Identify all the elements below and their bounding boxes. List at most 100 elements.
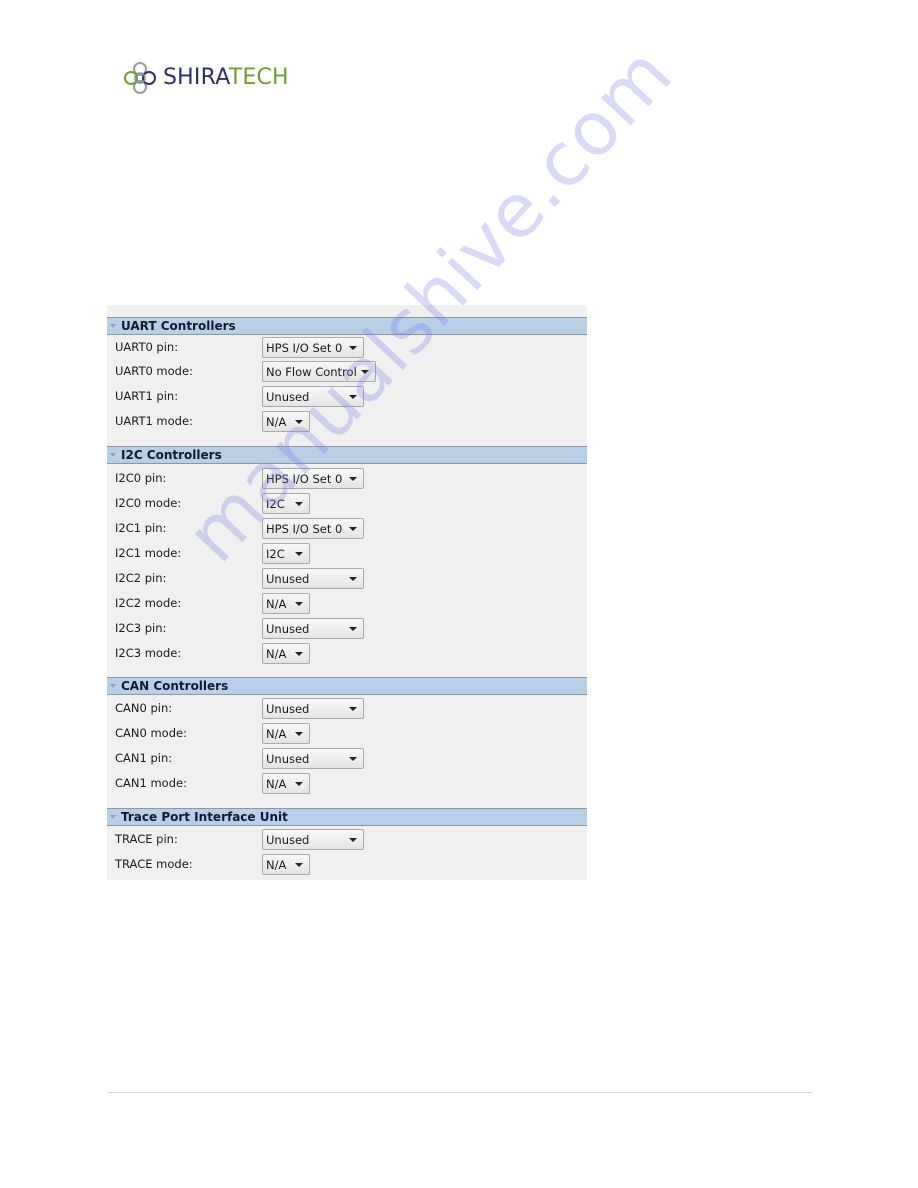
dropdown-value: No Flow Control <box>266 364 357 379</box>
chevron-down-icon <box>349 707 357 711</box>
row-trace-pin: TRACE pin: Unused <box>107 829 587 854</box>
chevron-down-icon <box>295 420 303 424</box>
row-i2c1-mode: I2C1 mode: I2C <box>107 543 587 568</box>
row-label: I2C1 pin: <box>115 521 167 535</box>
row-label: CAN1 mode: <box>115 776 187 790</box>
row-label: CAN0 pin: <box>115 701 173 715</box>
section-header-i2c[interactable]: I2C Controllers <box>107 446 587 464</box>
dropdown-value: N/A <box>266 414 287 429</box>
i2c1-pin-dropdown[interactable]: HPS I/O Set 0 <box>262 518 364 539</box>
chevron-down-icon <box>349 838 357 842</box>
row-can1-pin: CAN1 pin: Unused <box>107 748 587 773</box>
row-label: TRACE pin: <box>115 832 178 846</box>
row-label: I2C2 pin: <box>115 571 167 585</box>
dropdown-value: HPS I/O Set 0 <box>266 340 343 355</box>
row-label: UART0 pin: <box>115 340 179 354</box>
row-i2c0-pin: I2C0 pin: HPS I/O Set 0 <box>107 468 587 493</box>
logo-text-tech: TECH <box>228 65 289 90</box>
can0-mode-dropdown[interactable]: N/A <box>262 723 310 744</box>
row-label: I2C2 mode: <box>115 596 182 610</box>
section-header-trace[interactable]: Trace Port Interface Unit <box>107 808 587 826</box>
dropdown-value: I2C <box>266 546 285 561</box>
row-label: UART1 pin: <box>115 389 179 403</box>
can0-pin-dropdown[interactable]: Unused <box>262 698 364 719</box>
row-label: I2C1 mode: <box>115 546 182 560</box>
chevron-down-icon <box>349 577 357 581</box>
row-i2c2-mode: I2C2 mode: N/A <box>107 593 587 618</box>
dropdown-value: N/A <box>266 776 287 791</box>
row-trace-mode: TRACE mode: N/A <box>107 854 587 879</box>
dropdown-value: Unused <box>266 701 310 716</box>
i2c1-mode-dropdown[interactable]: I2C <box>262 543 310 564</box>
dropdown-value: I2C <box>266 496 285 511</box>
i2c3-pin-dropdown[interactable]: Unused <box>262 618 364 639</box>
collapse-triangle-icon[interactable] <box>110 453 116 457</box>
dropdown-value: HPS I/O Set 0 <box>266 521 343 536</box>
dropdown-value: N/A <box>266 857 287 872</box>
row-i2c3-pin: I2C3 pin: Unused <box>107 618 587 643</box>
uart0-mode-dropdown[interactable]: No Flow Control <box>262 361 376 382</box>
collapse-triangle-icon[interactable] <box>110 324 116 328</box>
row-label: I2C3 mode: <box>115 646 182 660</box>
section-header-uart[interactable]: UART Controllers <box>107 317 587 335</box>
chevron-down-icon <box>349 527 357 531</box>
dropdown-value: N/A <box>266 596 287 611</box>
dropdown-value: HPS I/O Set 0 <box>266 471 343 486</box>
chevron-down-icon <box>349 757 357 761</box>
chevron-down-icon <box>295 502 303 506</box>
shiratech-logo-icon <box>124 62 156 94</box>
section-title: I2C Controllers <box>121 448 222 462</box>
chevron-down-icon <box>349 395 357 399</box>
row-uart0-pin: UART0 pin: HPS I/O Set 0 <box>107 337 587 362</box>
row-label: UART0 mode: <box>115 364 193 378</box>
row-uart1-mode: UART1 mode: N/A <box>107 411 587 436</box>
chevron-down-icon <box>295 732 303 736</box>
row-label: UART1 mode: <box>115 414 193 428</box>
uart1-pin-dropdown[interactable]: Unused <box>262 386 364 407</box>
section-header-can[interactable]: CAN Controllers <box>107 677 587 695</box>
footer-divider <box>107 1092 813 1093</box>
can1-mode-dropdown[interactable]: N/A <box>262 773 310 794</box>
collapse-triangle-icon[interactable] <box>110 684 116 688</box>
row-label: I2C3 pin: <box>115 621 167 635</box>
chevron-down-icon <box>295 602 303 606</box>
uart1-mode-dropdown[interactable]: N/A <box>262 411 310 432</box>
i2c3-mode-dropdown[interactable]: N/A <box>262 643 310 664</box>
chevron-down-icon <box>349 477 357 481</box>
chevron-down-icon <box>349 346 357 350</box>
dropdown-value: Unused <box>266 832 310 847</box>
dropdown-value: Unused <box>266 389 310 404</box>
i2c0-mode-dropdown[interactable]: I2C <box>262 493 310 514</box>
chevron-down-icon <box>295 782 303 786</box>
trace-mode-dropdown[interactable]: N/A <box>262 854 310 875</box>
row-uart0-mode: UART0 mode: No Flow Control <box>107 361 587 386</box>
hps-peripheral-panel: UART Controllers UART0 pin: HPS I/O Set … <box>107 305 587 880</box>
dropdown-value: Unused <box>266 571 310 586</box>
dropdown-value: Unused <box>266 751 310 766</box>
logo-wordmark: SHIRATECH <box>163 58 289 98</box>
chevron-down-icon <box>295 552 303 556</box>
can1-pin-dropdown[interactable]: Unused <box>262 748 364 769</box>
i2c2-mode-dropdown[interactable]: N/A <box>262 593 310 614</box>
section-title: UART Controllers <box>121 319 236 333</box>
i2c2-pin-dropdown[interactable]: Unused <box>262 568 364 589</box>
collapse-triangle-icon[interactable] <box>110 815 116 819</box>
dropdown-value: Unused <box>266 621 310 636</box>
row-i2c1-pin: I2C1 pin: HPS I/O Set 0 <box>107 518 587 543</box>
trace-pin-dropdown[interactable]: Unused <box>262 829 364 850</box>
row-label: TRACE mode: <box>115 857 193 871</box>
row-i2c2-pin: I2C2 pin: Unused <box>107 568 587 593</box>
row-i2c0-mode: I2C0 mode: I2C <box>107 493 587 518</box>
section-title: Trace Port Interface Unit <box>121 810 288 824</box>
logo-text-shira: SHIRA <box>163 65 229 90</box>
chevron-down-icon <box>295 652 303 656</box>
uart0-pin-dropdown[interactable]: HPS I/O Set 0 <box>262 337 364 358</box>
row-label: I2C0 pin: <box>115 471 167 485</box>
i2c0-pin-dropdown[interactable]: HPS I/O Set 0 <box>262 468 364 489</box>
dropdown-value: N/A <box>266 646 287 661</box>
row-label: I2C0 mode: <box>115 496 182 510</box>
chevron-down-icon <box>295 863 303 867</box>
row-label: CAN1 pin: <box>115 751 173 765</box>
shiratech-logo: SHIRATECH <box>120 58 289 98</box>
row-can0-mode: CAN0 mode: N/A <box>107 723 587 748</box>
